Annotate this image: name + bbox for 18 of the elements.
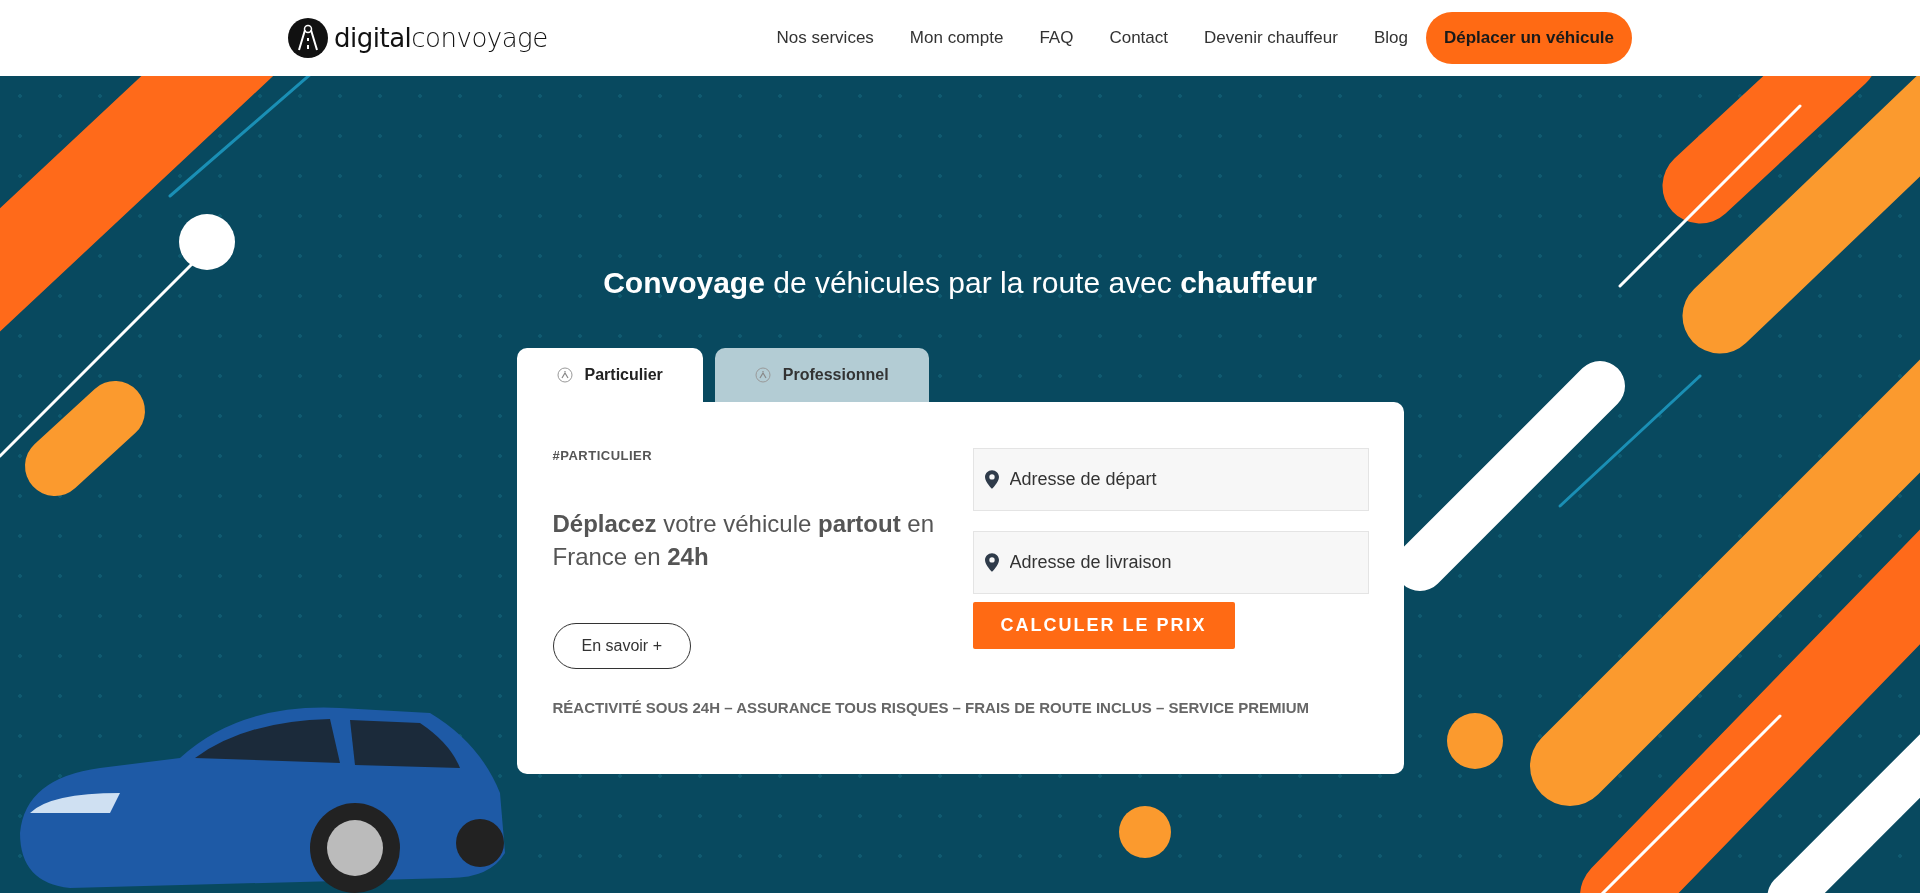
card-pitch: Déplacez votre véhicule partout en France en 24h: [552, 509, 935, 572]
nav-link[interactable]: Mon compte: [909, 28, 1004, 48]
nav-link[interactable]: FAQ: [1039, 28, 1074, 48]
address-field[interactable]: Adresse de départ: [972, 448, 1369, 511]
nav-link[interactable]: Contact: [1109, 28, 1168, 48]
nav-link[interactable]: Nos services: [776, 28, 874, 48]
tab[interactable]: Professionnel: [714, 348, 929, 402]
card-tag: #PARTICULIER: [552, 448, 653, 463]
tab[interactable]: Particulier: [516, 348, 703, 402]
hero-headline: Convoyage de véhicules par la route avec chauffeur: [603, 266, 1317, 300]
features-text: RÉACTIVITÉ SOUS 24H – ASSURANCE TOUS RISQUES – FRAIS DE ROUTE INCLUS – SERVICE PREMIUM: [552, 699, 1311, 716]
nav-link[interactable]: Blog: [1373, 28, 1408, 48]
cta-button[interactable]: Déplacer un véhicule: [1425, 12, 1632, 64]
address-field[interactable]: Adresse de livraison: [972, 531, 1369, 594]
road-logo-icon: [288, 18, 328, 58]
logo-text: digitalconvoyage: [334, 23, 548, 53]
more-button[interactable]: En savoir +: [552, 623, 691, 669]
nav-link[interactable]: Devenir chauffeur: [1204, 28, 1338, 48]
